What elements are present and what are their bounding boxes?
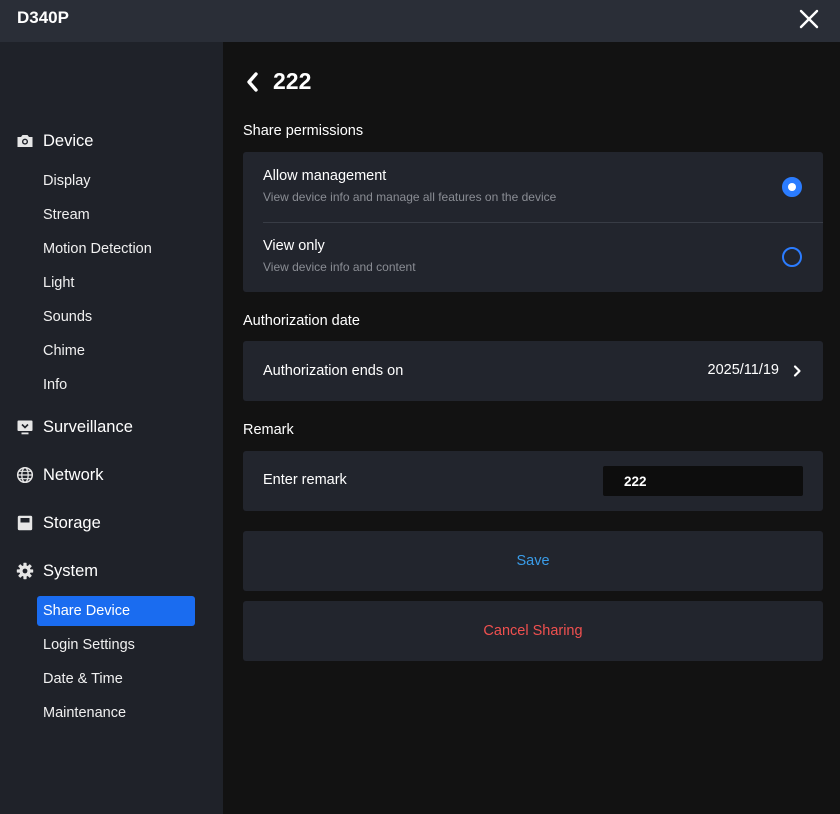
app-title: D340P — [17, 8, 69, 27]
main-panel: 222 Share permissions Allow management V… — [223, 42, 840, 814]
option-allow-management[interactable]: Allow management View device info and ma… — [243, 152, 823, 222]
option-title: View only — [263, 238, 325, 254]
gear-icon — [16, 562, 34, 580]
sidebar-item-login-settings[interactable]: Login Settings — [43, 635, 135, 655]
authorization-ends-label: Authorization ends on — [263, 363, 404, 379]
remark-label: Remark — [243, 422, 294, 438]
camera-icon — [16, 132, 34, 150]
sidebar-group-device[interactable]: Device — [16, 129, 93, 153]
close-button[interactable] — [796, 6, 822, 32]
sidebar-item-info[interactable]: Info — [43, 375, 67, 395]
page-title: 222 — [273, 68, 312, 94]
sidebar-group-label: Device — [43, 131, 94, 150]
chevron-right-icon — [793, 365, 801, 377]
sidebar-item-display[interactable]: Display — [43, 171, 91, 191]
sidebar-group-label: Surveillance — [43, 417, 133, 436]
option-description: View device info and manage all features… — [263, 190, 557, 204]
chevron-left-icon — [247, 72, 258, 92]
title-bar: D340P — [0, 0, 840, 42]
authorization-end-row[interactable]: Authorization ends on 2025/11/19 — [243, 341, 823, 401]
allow-management-radio[interactable] — [782, 177, 802, 197]
save-button[interactable]: Save — [243, 531, 823, 591]
option-view-only[interactable]: View only View device info and content — [243, 222, 823, 292]
globe-icon — [16, 466, 34, 484]
sidebar-item-stream[interactable]: Stream — [43, 205, 90, 225]
sidebar-group-surveillance[interactable]: Surveillance — [16, 415, 133, 439]
sidebar-group-system[interactable]: System — [16, 559, 98, 583]
back-button[interactable] — [243, 70, 263, 94]
view-only-radio[interactable] — [782, 247, 802, 267]
sidebar-group-network[interactable]: Network — [16, 463, 104, 487]
sidebar-item-date-time[interactable]: Date & Time — [43, 669, 123, 689]
sidebar-group-label: Network — [43, 465, 104, 484]
sidebar: Device Display Stream Motion Detection L… — [0, 42, 223, 814]
enter-remark-label: Enter remark — [263, 472, 347, 488]
sidebar-item-share-device[interactable]: Share Device — [37, 596, 195, 626]
sidebar-item-chime[interactable]: Chime — [43, 341, 85, 361]
sidebar-item-light[interactable]: Light — [43, 273, 74, 293]
sidebar-group-label: System — [43, 561, 99, 580]
monitor-icon — [16, 418, 34, 436]
option-title: Allow management — [263, 168, 387, 184]
close-icon — [799, 9, 819, 29]
option-description: View device info and content — [263, 260, 416, 274]
remark-card: Enter remark — [243, 451, 823, 511]
share-permissions-label: Share permissions — [243, 123, 364, 139]
authorization-date-value: 2025/11/19 — [707, 362, 780, 378]
sidebar-item-sounds[interactable]: Sounds — [43, 307, 92, 327]
storage-icon — [16, 514, 34, 532]
sidebar-group-label: Storage — [43, 513, 101, 532]
remark-input[interactable] — [603, 466, 803, 496]
cancel-sharing-button[interactable]: Cancel Sharing — [243, 601, 823, 661]
sidebar-group-storage[interactable]: Storage — [16, 511, 101, 535]
authorization-date-label: Authorization date — [243, 313, 360, 329]
sidebar-item-maintenance[interactable]: Maintenance — [43, 703, 126, 723]
sidebar-item-motion-detection[interactable]: Motion Detection — [43, 239, 152, 259]
permissions-card: Allow management View device info and ma… — [243, 152, 823, 292]
